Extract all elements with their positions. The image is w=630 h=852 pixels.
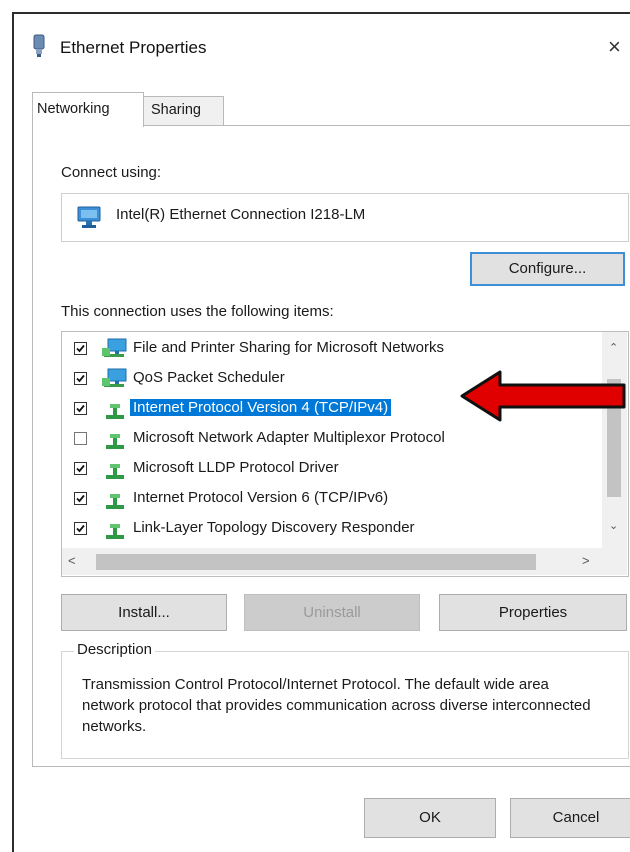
scroll-left-icon[interactable]: < [68,553,76,568]
title-bar: Ethernet Properties × [14,14,630,74]
list-item[interactable]: File and Printer Sharing for Microsoft N… [62,335,592,365]
horizontal-scroll-thumb[interactable] [96,554,536,570]
item-checkbox[interactable] [74,492,87,505]
item-checkbox[interactable] [74,522,87,535]
description-group: Description Transmission Control Protoco… [61,641,629,759]
item-label[interactable]: Microsoft LLDP Protocol Driver [130,459,342,476]
protocol-icon [102,428,128,452]
ethernet-properties-dialog: Ethernet Properties × Networking Sharing… [12,12,630,852]
item-label[interactable]: File and Printer Sharing for Microsoft N… [130,339,447,356]
properties-button[interactable]: Properties [439,594,627,631]
scroll-right-icon[interactable]: > [582,553,590,568]
protocol-icon [102,488,128,512]
item-checkbox[interactable] [74,432,87,445]
item-checkbox[interactable] [74,372,87,385]
ok-button[interactable]: OK [364,798,496,838]
item-checkbox[interactable] [74,402,87,415]
list-item[interactable]: Link-Layer Topology Discovery Responder [62,515,592,545]
networking-panel: Connect using: Intel(R) Ethernet Connect… [32,125,630,767]
scroll-up-icon[interactable]: ⌃ [609,341,618,354]
dialog-title: Ethernet Properties [60,38,207,57]
items-listbox[interactable]: File and Printer Sharing for Microsoft N… [61,331,629,577]
network-service-icon [102,368,128,392]
network-adapter-icon [77,205,103,229]
description-text: Transmission Control Protocol/Internet P… [82,676,591,735]
list-item[interactable]: Microsoft Network Adapter Multiplexor Pr… [62,425,592,455]
protocol-icon [102,518,128,542]
item-label[interactable]: Internet Protocol Version 4 (TCP/IPv4) [130,399,392,416]
list-item[interactable]: Internet Protocol Version 6 (TCP/IPv6) [62,485,592,515]
protocol-icon [102,458,128,482]
connect-using-label: Connect using: [61,164,162,181]
item-label[interactable]: Microsoft Network Adapter Multiplexor Pr… [130,429,448,446]
description-legend: Description [74,641,156,658]
vertical-scrollbar[interactable]: ⌃ ⌄ [602,332,627,548]
cancel-button[interactable]: Cancel [510,798,630,838]
item-checkbox[interactable] [74,342,87,355]
item-label[interactable]: QoS Packet Scheduler [130,369,288,386]
tab-networking[interactable]: Networking [32,92,144,127]
protocol-icon [102,398,128,422]
scroll-down-icon[interactable]: ⌄ [609,519,618,532]
uninstall-button[interactable]: Uninstall [244,594,420,631]
adapter-field: Intel(R) Ethernet Connection I218-LM [61,193,629,242]
configure-button[interactable]: Configure... [470,252,625,286]
scroll-corner [602,548,627,575]
items-label: This connection uses the following items… [61,303,334,320]
adapter-name: Intel(R) Ethernet Connection I218-LM [116,206,366,223]
network-adapter-icon [32,34,46,58]
close-button[interactable]: × [608,33,630,61]
network-service-icon [102,338,128,362]
item-label[interactable]: Internet Protocol Version 6 (TCP/IPv6) [130,489,391,506]
list-item[interactable]: Microsoft LLDP Protocol Driver [62,455,592,485]
item-label[interactable]: Link-Layer Topology Discovery Responder [130,519,418,536]
install-button[interactable]: Install... [61,594,227,631]
tab-sharing[interactable]: Sharing [144,96,224,126]
annotation-arrow-icon [460,370,626,422]
item-checkbox[interactable] [74,462,87,475]
horizontal-scrollbar[interactable]: < > [62,548,602,575]
